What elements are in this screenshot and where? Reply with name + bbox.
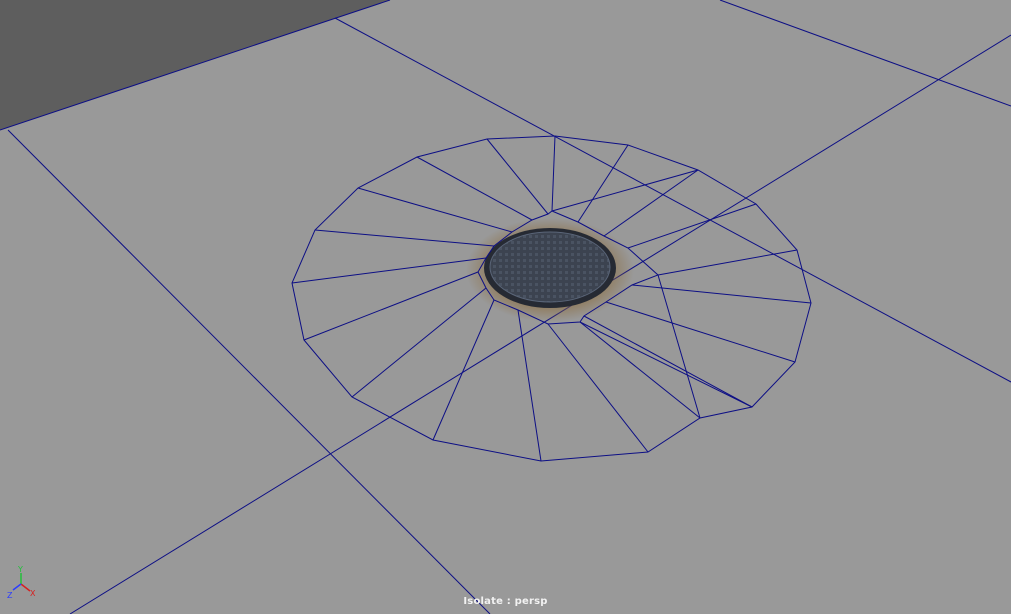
camera-label: Isolate : persp [463,596,548,607]
axis-gizmo: X Y Z [7,565,36,600]
viewport-canvas[interactable]: X Y Z [0,0,1011,614]
decal-spoke [351,287,487,398]
decal-face-edge [657,274,701,419]
decal-spoke [547,323,649,453]
decal-spoke [603,169,699,237]
plane-edge [719,0,1011,107]
decal-spoke [291,257,487,284]
decal-spoke [579,321,701,419]
plane-edge [7,129,491,614]
decal-spoke [657,249,798,276]
decal-spoke [357,187,513,233]
axis-z-line [12,583,22,591]
decal-spoke [432,299,495,441]
axis-x-line [20,583,31,592]
decal-spoke [605,301,796,363]
decal-spoke [517,309,542,462]
decal-spoke [551,135,556,212]
decal-spoke [416,156,533,221]
perspective-viewport[interactable]: X Y Z Isolate : persp [0,0,1011,614]
axis-y-label: Y [17,565,23,574]
decal-spoke [303,271,479,341]
decal-spoke [577,144,629,223]
manhole-cover[interactable] [484,228,616,308]
decal-spoke [314,229,495,247]
plane-edge [69,34,1011,614]
decal-face-edge [551,169,699,212]
decal-spoke [583,315,753,408]
decal-spoke [631,284,812,304]
decal-spoke [486,138,549,215]
decal-face-edge [579,321,753,408]
